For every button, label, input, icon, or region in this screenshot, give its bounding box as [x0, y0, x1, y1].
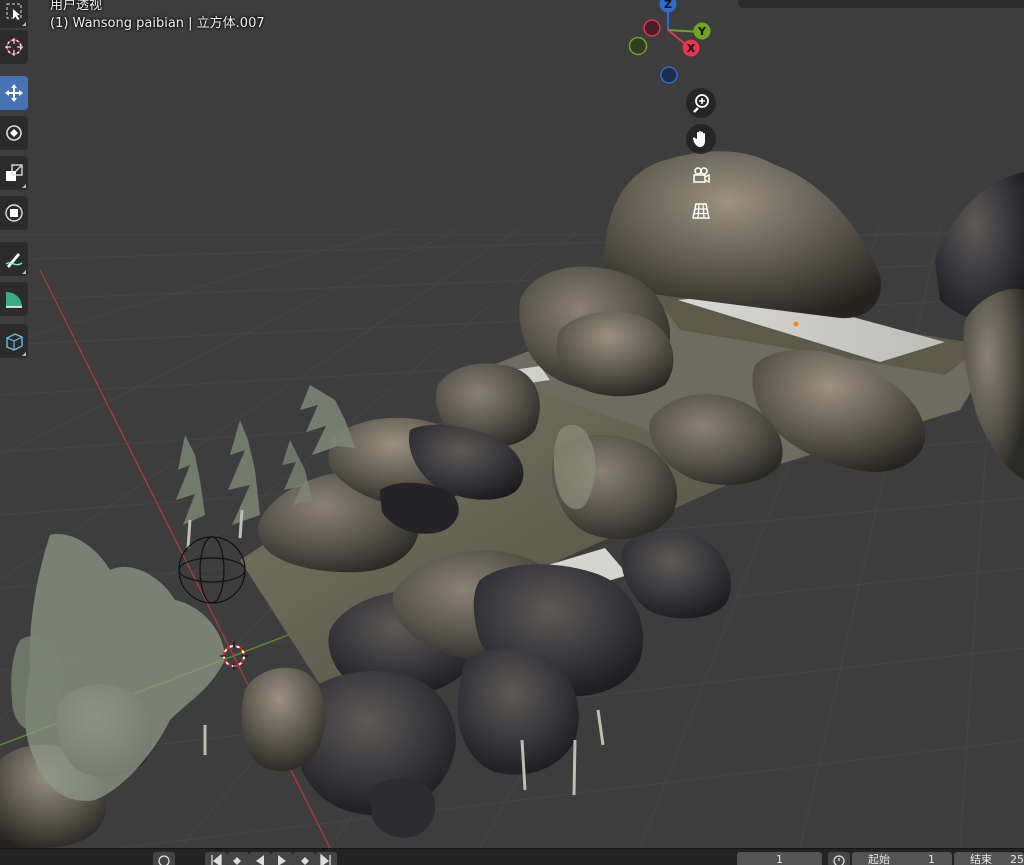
prev-keyframe-icon — [233, 857, 241, 865]
stopwatch-icon — [833, 855, 845, 865]
add-cube-icon — [6, 333, 23, 351]
rotate-tool[interactable] — [0, 116, 28, 150]
select-box-icon — [6, 3, 22, 20]
jump-end-icon — [320, 853, 331, 865]
move-icon — [5, 84, 23, 102]
move-tool[interactable] — [0, 76, 28, 110]
next-keyframe-icon — [301, 857, 309, 865]
gizmo-x-label: X — [687, 42, 696, 55]
scale-tool[interactable] — [0, 156, 28, 190]
pan-button[interactable] — [686, 124, 716, 154]
preview-range-button[interactable] — [828, 852, 850, 865]
measure-tool[interactable] — [0, 282, 28, 316]
rotate-icon — [6, 125, 22, 141]
navigation-gizmo[interactable]: Z Y X — [622, 0, 718, 92]
end-frame-field[interactable]: 结束 25 — [954, 852, 1024, 865]
hand-icon — [692, 131, 705, 147]
ortho-toggle-button[interactable] — [686, 196, 716, 226]
transform-tool[interactable] — [0, 196, 28, 230]
outliner-panel-edge[interactable] — [738, 0, 1024, 8]
prev-keyframe-button[interactable] — [227, 852, 249, 865]
annotate-tool[interactable] — [0, 242, 28, 276]
annotate-icon — [5, 253, 23, 268]
zoom-button[interactable] — [686, 88, 716, 118]
play-button[interactable] — [271, 852, 293, 865]
jump-end-button[interactable] — [315, 852, 337, 865]
start-frame-label: 起始 — [868, 853, 890, 865]
grid-icon — [692, 203, 710, 219]
playback-menu-button[interactable] — [153, 852, 175, 865]
scene-render[interactable] — [0, 0, 1024, 848]
3d-viewport[interactable]: 用户透视 (1) Wansong paibian | 立方体.007 Z Y X — [0, 0, 1024, 848]
select-box-tool[interactable] — [0, 0, 28, 28]
play-icon — [278, 855, 286, 865]
start-frame-field[interactable]: 起始 1 — [852, 852, 952, 865]
play-reverse-button[interactable] — [249, 852, 271, 865]
camera-view-button[interactable] — [686, 160, 716, 190]
next-keyframe-button[interactable] — [293, 852, 315, 865]
transform-icon — [5, 204, 23, 222]
zoom-in-icon — [693, 94, 709, 113]
light-object — [178, 536, 246, 604]
add-cube-tool[interactable] — [0, 324, 28, 358]
jump-start-icon — [211, 853, 222, 865]
active-object-label: (1) Wansong paibian | 立方体.007 — [50, 16, 265, 31]
current-frame-field[interactable]: 1 — [737, 852, 822, 865]
timeline-bar: 1 起始 1 结束 25 — [0, 848, 1024, 865]
cursor-tool[interactable] — [0, 30, 28, 64]
gizmo-neg-z — [660, 66, 678, 84]
gizmo-neg-y — [628, 36, 648, 56]
play-reverse-icon — [256, 855, 264, 865]
gizmo-z-label: Z — [664, 0, 672, 11]
camera-icon — [693, 167, 710, 184]
measure-icon — [6, 291, 23, 308]
start-frame-value: 1 — [928, 853, 935, 865]
jump-start-button[interactable] — [205, 852, 227, 865]
cursor-icon — [5, 38, 23, 56]
clock-icon — [158, 855, 170, 865]
gizmo-y-label: Y — [697, 25, 707, 38]
gizmo-neg-x — [643, 19, 661, 37]
scale-icon — [6, 164, 23, 181]
end-frame-label: 结束 — [970, 853, 992, 865]
end-frame-value: 25 — [1010, 853, 1024, 865]
